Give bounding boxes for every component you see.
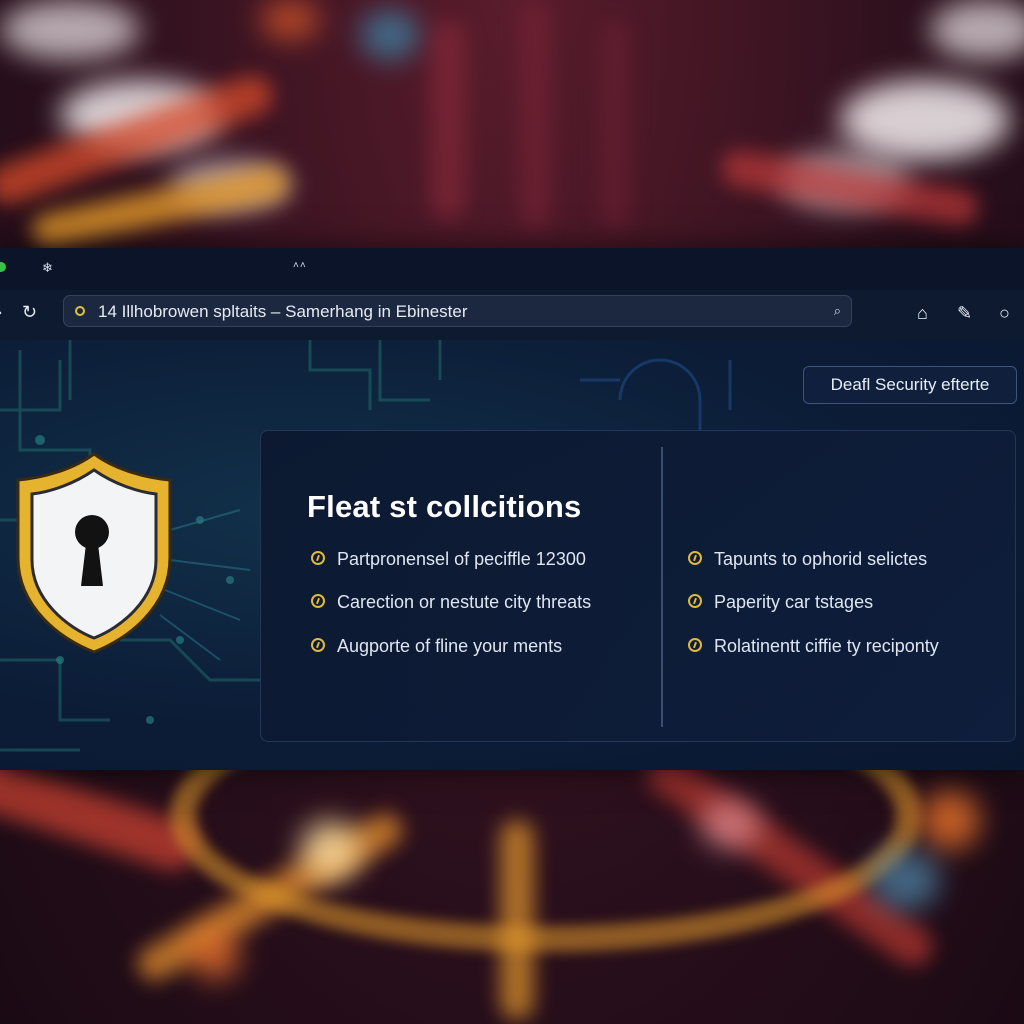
browser-window: ❄ ˄˄ › ↻ 14 Illhobrowen spltaits – Samer… xyxy=(0,248,1024,770)
check-circle-icon xyxy=(688,638,702,653)
shield-lock-icon xyxy=(16,452,172,654)
check-circle-icon xyxy=(311,638,325,653)
security-button[interactable]: Deafl Security efterte xyxy=(803,366,1017,404)
title-bar: ❄ ˄˄ xyxy=(0,248,1024,290)
tab-indicator-icon[interactable]: ˄˄ xyxy=(293,260,307,271)
list-item: Augporte of fline your ments xyxy=(311,636,562,658)
list-item: Partpronensel of peciffle 12300 xyxy=(311,549,586,571)
page-content: Deafl Security efterte Fleat st collciti… xyxy=(0,340,1024,770)
list-item: Rolatinentt ciffie ty reciponty xyxy=(688,636,939,658)
list-item-label: Carection or nestute city threats xyxy=(337,592,592,612)
window-control-dot[interactable] xyxy=(0,262,6,272)
list-item-label: Augporte of fline your ments xyxy=(337,636,563,656)
card-title: Fleat st collcitions xyxy=(307,489,582,524)
site-info-icon[interactable] xyxy=(75,306,85,316)
address-bar-text[interactable]: 14 Illhobrowen spltaits – Samerhang in E… xyxy=(98,302,468,322)
home-icon[interactable]: ⌂ xyxy=(917,303,928,324)
list-item: Tapunts to ophorid selictes xyxy=(688,549,927,571)
pen-icon[interactable]: ✎ xyxy=(957,303,972,324)
browser-toolbar: › ↻ 14 Illhobrowen spltaits – Samerhang … xyxy=(0,290,1024,341)
address-bar[interactable]: 14 Illhobrowen spltaits – Samerhang in E… xyxy=(63,295,852,327)
circle-icon[interactable]: ○ xyxy=(999,303,1010,324)
reload-icon[interactable]: ↻ xyxy=(22,302,37,323)
list-item-label: Tapunts to ophorid selictes xyxy=(714,549,928,569)
check-circle-icon xyxy=(311,551,325,566)
list-item: Carection or nestute city threats xyxy=(311,592,591,614)
snowflake-icon[interactable]: ❄ xyxy=(42,260,53,276)
list-item-label: Partpronensel of peciffle 12300 xyxy=(337,549,586,569)
back-icon[interactable]: › xyxy=(0,302,2,323)
list-item-label: Paperity car tstages xyxy=(714,592,874,612)
list-item-label: Rolatinentt ciffie ty reciponty xyxy=(714,636,939,656)
check-circle-icon xyxy=(688,551,702,566)
check-circle-icon xyxy=(311,594,325,609)
check-circle-icon xyxy=(688,594,702,609)
search-icon[interactable]: ⌕ xyxy=(834,303,841,319)
card-divider xyxy=(661,447,663,727)
features-card: Fleat st collcitions Partpronensel of pe… xyxy=(260,430,1016,742)
list-item: Paperity car tstages xyxy=(688,592,873,614)
